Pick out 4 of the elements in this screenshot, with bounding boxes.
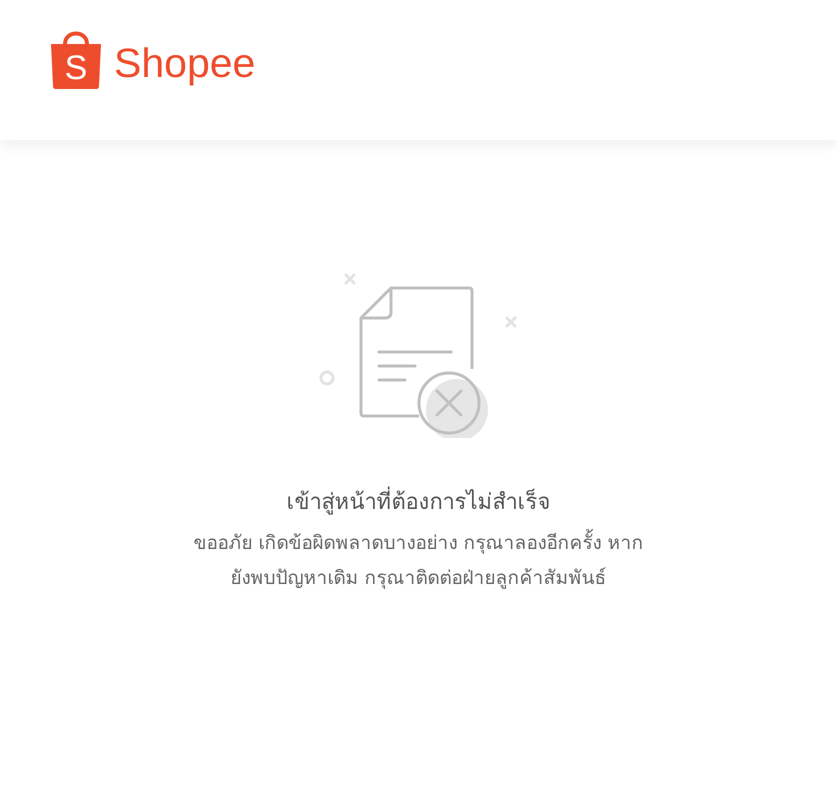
logo-wordmark: Shopee <box>114 40 256 86</box>
error-message: ขออภัย เกิดข้อผิดพลาดบางอย่าง กรุณาลองอีกครั้ง หาก <box>193 526 644 561</box>
error-message: ยังพบปัญหาเดิม กรุณาติดต่อฝ่ายลูกค้าสัมพันธ์ <box>230 566 607 591</box>
error-title: เข้าสู่หน้าที่ต้องการไม่สำเร็จ <box>286 486 550 520</box>
